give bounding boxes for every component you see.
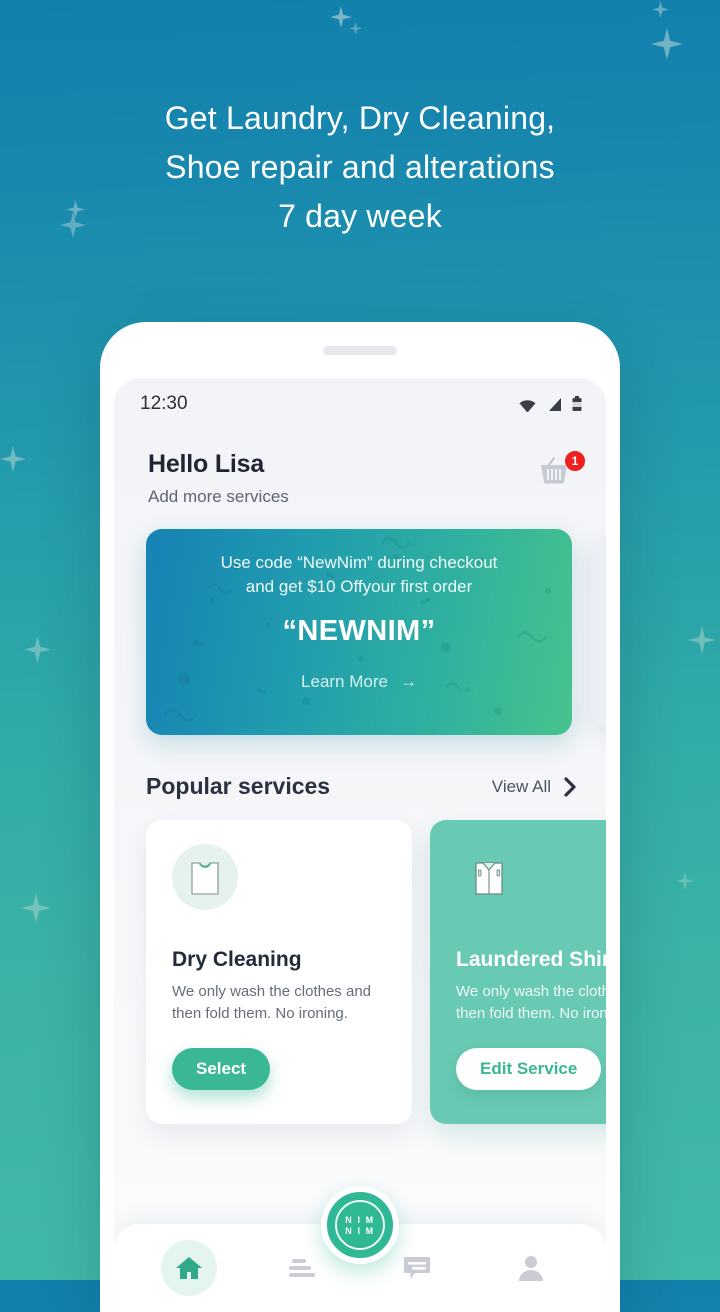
section-title: Popular services bbox=[146, 773, 331, 799]
cart-badge: 1 bbox=[564, 450, 586, 472]
sparkle-icon bbox=[330, 6, 352, 28]
promo-content: Use code “NewNim” during checkout and ge… bbox=[146, 529, 572, 692]
view-all-button[interactable]: View All bbox=[492, 776, 578, 798]
headline-line-1: Get Laundry, Dry Cleaning, bbox=[164, 100, 556, 136]
screen-header: Hello Lisa Add more services 1 bbox=[114, 430, 606, 507]
hero-headline: Get Laundry, Dry Cleaning, Shoe repair a… bbox=[0, 94, 720, 241]
promo-carousel: Use code “NewNim” during checkout and ge… bbox=[114, 529, 606, 735]
phone-screen: 12:30 Hello Lisa Add more services 1 Use… bbox=[114, 378, 606, 1312]
chevron-right-icon bbox=[564, 776, 576, 797]
sparkle-icon bbox=[652, 1, 669, 18]
wifi-icon bbox=[519, 399, 536, 412]
service-title: Dry Cleaning bbox=[172, 948, 302, 971]
service-card-dry-cleaning[interactable]: Dry Cleaning We only wash the clothes an… bbox=[146, 820, 412, 1124]
service-card-laundered-shirts[interactable]: Laundered Shirts We only wash the clothe… bbox=[430, 820, 606, 1124]
folded-tshirt-icon bbox=[191, 862, 219, 895]
view-all-label: View All bbox=[491, 776, 551, 796]
service-desc-line-1: We only wash the clothes and bbox=[172, 983, 372, 1000]
promo-line-1: Use code “NewNim” during checkout bbox=[220, 553, 498, 572]
fab-logo-line-2: N I M bbox=[345, 1225, 375, 1236]
fab-logo-line-1: N I M bbox=[345, 1214, 375, 1225]
folded-shirt-icon bbox=[475, 862, 503, 895]
service-desc-line-2: then fold them. No ironing. bbox=[456, 1005, 606, 1022]
sparkle-icon bbox=[349, 22, 362, 35]
learn-more-link[interactable]: Learn More → bbox=[172, 672, 546, 692]
status-bar: 12:30 bbox=[114, 378, 606, 430]
popular-services-header: Popular services View All bbox=[114, 735, 606, 800]
status-icon-group bbox=[518, 396, 582, 412]
sparkle-icon bbox=[0, 446, 26, 472]
service-desc-line-1: We only wash the clothes and bbox=[456, 983, 606, 1000]
fab-logo-ring: N I M N I M bbox=[335, 1200, 385, 1250]
battery-icon bbox=[572, 396, 582, 411]
learn-more-label: Learn More bbox=[301, 672, 388, 691]
nav-item-home[interactable] bbox=[161, 1240, 217, 1296]
sparkle-icon bbox=[21, 893, 51, 923]
sparkle-icon bbox=[651, 28, 683, 60]
profile-icon bbox=[519, 1256, 543, 1281]
nav-item-profile[interactable] bbox=[503, 1240, 559, 1296]
service-description: We only wash the clothes and then fold t… bbox=[456, 981, 606, 1025]
sparkle-icon bbox=[24, 636, 51, 663]
select-button[interactable]: Select bbox=[172, 1048, 271, 1090]
cellular-signal-icon bbox=[549, 397, 561, 411]
nav-item-orders[interactable] bbox=[275, 1240, 331, 1296]
services-card-list: Dry Cleaning We only wash the clothes an… bbox=[114, 800, 606, 1124]
headline-line-2: Shoe repair and alterations bbox=[165, 149, 555, 185]
promo-next-card[interactable] bbox=[590, 537, 606, 727]
service-icon-wrapper bbox=[172, 844, 238, 910]
greeting-subtitle: Add more services bbox=[148, 487, 289, 506]
edit-service-button[interactable]: Edit Service bbox=[456, 1048, 602, 1090]
list-icon bbox=[289, 1259, 315, 1277]
service-icon-wrapper bbox=[456, 844, 522, 910]
arrow-right-icon: → bbox=[399, 672, 417, 691]
service-description: We only wash the clothes and then fold t… bbox=[172, 981, 386, 1025]
promo-banner-card[interactable]: Use code “NewNim” during checkout and ge… bbox=[146, 529, 572, 735]
promo-line-2: and get $10 Offyour first order bbox=[245, 577, 473, 596]
sparkle-icon bbox=[688, 626, 716, 654]
status-clock: 12:30 bbox=[140, 393, 188, 414]
chat-icon bbox=[404, 1257, 430, 1279]
greeting-block: Hello Lisa Add more services bbox=[148, 450, 289, 507]
fab-nimnim-logo-button[interactable]: N I M N I M bbox=[321, 1186, 399, 1264]
nav-item-chat[interactable] bbox=[389, 1240, 445, 1296]
cart-button[interactable]: 1 bbox=[538, 450, 586, 494]
promo-code: “NEWNIM” bbox=[282, 615, 436, 647]
greeting-title: Hello Lisa bbox=[148, 450, 265, 478]
service-title: Laundered Shirts bbox=[456, 948, 606, 971]
phone-speaker-slot bbox=[323, 346, 397, 355]
service-desc-line-2: then fold them. No ironing. bbox=[172, 1005, 348, 1022]
phone-mockup: 12:30 Hello Lisa Add more services 1 Use… bbox=[100, 322, 620, 1312]
sparkle-icon bbox=[676, 872, 694, 890]
headline-line-3: 7 day week bbox=[278, 198, 442, 234]
home-icon bbox=[176, 1257, 202, 1279]
